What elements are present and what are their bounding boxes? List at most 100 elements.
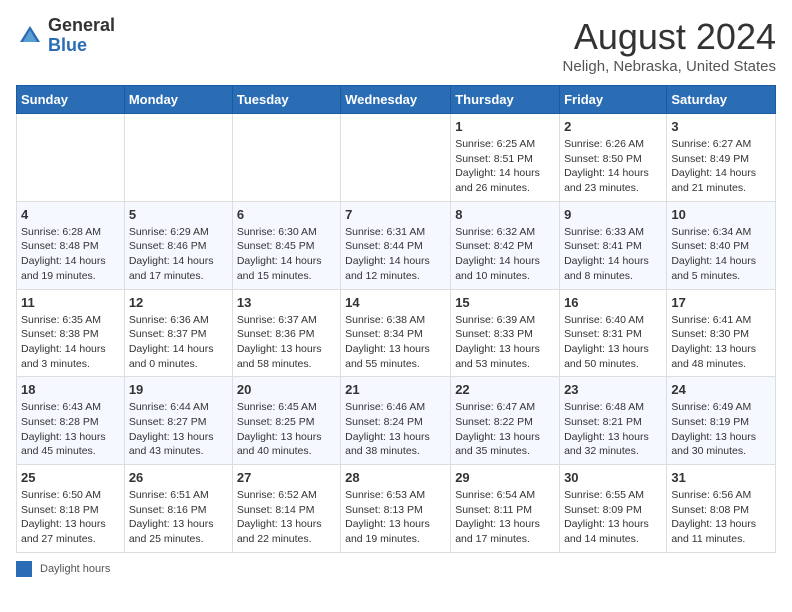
day-cell: 26 Sunrise: 6:51 AM Sunset: 8:16 PM Dayli… [124, 465, 232, 553]
day-cell: 30Sunrise: 6:55 AM Sunset: 8:09 PM Dayli… [560, 465, 667, 553]
calendar-table: SundayMondayTuesdayWednesdayThursdayFrid… [16, 85, 776, 553]
day-info: Sunrise: 6:45 AM Sunset: 8:25 PM Dayligh… [237, 400, 336, 459]
day-info: Sunrise: 6:33 AM Sunset: 8:41 PM Dayligh… [564, 225, 662, 284]
day-info: Sunrise: 6:53 AM Sunset: 8:13 PM Dayligh… [345, 488, 446, 547]
header-row: SundayMondayTuesdayWednesdayThursdayFrid… [17, 86, 776, 114]
day-number: 31 [671, 470, 771, 485]
day-cell [341, 114, 451, 202]
day-info: Sunrise: 6:41 AM Sunset: 8:30 PM Dayligh… [671, 313, 771, 372]
day-cell: 5Sunrise: 6:29 AM Sunset: 8:46 PM Daylig… [124, 201, 232, 289]
day-number: 1 [455, 119, 555, 134]
day-number: 25 [21, 470, 120, 485]
col-header-saturday: Saturday [667, 86, 776, 114]
location: Neligh, Nebraska, United States [563, 58, 776, 75]
day-number: 7 [345, 207, 446, 222]
col-header-tuesday: Tuesday [232, 86, 340, 114]
day-info: Sunrise: 6:34 AM Sunset: 8:40 PM Dayligh… [671, 225, 771, 284]
logo-general: General [48, 15, 115, 35]
day-number: 12 [129, 295, 228, 310]
logo-text: General Blue [48, 16, 115, 56]
day-info: Sunrise: 6:30 AM Sunset: 8:45 PM Dayligh… [237, 225, 336, 284]
day-cell: 18 Sunrise: 6:43 AM Sunset: 8:28 PM Dayli… [17, 377, 125, 465]
logo-icon [16, 22, 44, 50]
logo-blue: Blue [48, 35, 87, 55]
week-row-1: 1 Sunrise: 6:25 AM Sunset: 8:51 PM Daylig… [17, 114, 776, 202]
day-cell: 3 Sunrise: 6:27 AM Sunset: 8:49 PM Daylig… [667, 114, 776, 202]
day-info: Sunrise: 6:39 AM Sunset: 8:33 PM Dayligh… [455, 313, 555, 372]
day-cell: 4Sunrise: 6:28 AM Sunset: 8:48 PM Daylig… [17, 201, 125, 289]
day-number: 17 [671, 295, 771, 310]
day-info: Sunrise: 6:46 AM Sunset: 8:24 PM Dayligh… [345, 400, 446, 459]
day-info: Sunrise: 6:35 AM Sunset: 8:38 PM Dayligh… [21, 313, 120, 372]
day-number: 19 [129, 382, 228, 397]
day-number: 13 [237, 295, 336, 310]
day-number: 9 [564, 207, 662, 222]
day-cell: 13 Sunrise: 6:37 AM Sunset: 8:36 PM Dayli… [232, 289, 340, 377]
col-header-thursday: Thursday [451, 86, 560, 114]
day-cell: 20 Sunrise: 6:45 AM Sunset: 8:25 PM Dayli… [232, 377, 340, 465]
day-cell: 7 Sunrise: 6:31 AM Sunset: 8:44 PM Daylig… [341, 201, 451, 289]
day-cell: 12 Sunrise: 6:36 AM Sunset: 8:37 PM Dayli… [124, 289, 232, 377]
day-cell: 8 Sunrise: 6:32 AM Sunset: 8:42 PM Daylig… [451, 201, 560, 289]
day-cell: 1 Sunrise: 6:25 AM Sunset: 8:51 PM Daylig… [451, 114, 560, 202]
week-row-4: 18 Sunrise: 6:43 AM Sunset: 8:28 PM Dayli… [17, 377, 776, 465]
title-area: August 2024 Neligh, Nebraska, United Sta… [563, 16, 776, 75]
day-cell: 9 Sunrise: 6:33 AM Sunset: 8:41 PM Daylig… [560, 201, 667, 289]
day-info: Sunrise: 6:48 AM Sunset: 8:21 PM Dayligh… [564, 400, 662, 459]
day-cell [17, 114, 125, 202]
header: General Blue August 2024 Neligh, Nebrask… [16, 16, 776, 75]
day-number: 2 [564, 119, 662, 134]
day-cell: 27 Sunrise: 6:52 AM Sunset: 8:14 PM Dayli… [232, 465, 340, 553]
day-info: Sunrise: 6:38 AM Sunset: 8:34 PM Dayligh… [345, 313, 446, 372]
day-info: Sunrise: 6:29 AM Sunset: 8:46 PM Dayligh… [129, 225, 228, 284]
day-number: 8 [455, 207, 555, 222]
day-info: Sunrise: 6:32 AM Sunset: 8:42 PM Dayligh… [455, 225, 555, 284]
day-cell: 25 Sunrise: 6:50 AM Sunset: 8:18 PM Dayli… [17, 465, 125, 553]
day-cell: 10 Sunrise: 6:34 AM Sunset: 8:40 PM Dayli… [667, 201, 776, 289]
day-number: 27 [237, 470, 336, 485]
day-number: 26 [129, 470, 228, 485]
day-number: 3 [671, 119, 771, 134]
day-cell: 21Sunrise: 6:46 AM Sunset: 8:24 PM Dayli… [341, 377, 451, 465]
day-number: 24 [671, 382, 771, 397]
day-number: 6 [237, 207, 336, 222]
day-info: Sunrise: 6:43 AM Sunset: 8:28 PM Dayligh… [21, 400, 120, 459]
day-cell: 31Sunrise: 6:56 AM Sunset: 8:08 PM Dayli… [667, 465, 776, 553]
day-cell [124, 114, 232, 202]
day-info: Sunrise: 6:37 AM Sunset: 8:36 PM Dayligh… [237, 313, 336, 372]
day-info: Sunrise: 6:36 AM Sunset: 8:37 PM Dayligh… [129, 313, 228, 372]
day-info: Sunrise: 6:47 AM Sunset: 8:22 PM Dayligh… [455, 400, 555, 459]
col-header-sunday: Sunday [17, 86, 125, 114]
day-info: Sunrise: 6:51 AM Sunset: 8:16 PM Dayligh… [129, 488, 228, 547]
legend-label: Daylight hours [40, 563, 110, 575]
day-info: Sunrise: 6:25 AM Sunset: 8:51 PM Dayligh… [455, 137, 555, 196]
legend-box [16, 561, 32, 577]
col-header-wednesday: Wednesday [341, 86, 451, 114]
day-number: 4 [21, 207, 120, 222]
week-row-3: 11 Sunrise: 6:35 AM Sunset: 8:38 PM Dayli… [17, 289, 776, 377]
legend: Daylight hours [16, 561, 776, 577]
week-row-2: 4Sunrise: 6:28 AM Sunset: 8:48 PM Daylig… [17, 201, 776, 289]
day-cell: 2Sunrise: 6:26 AM Sunset: 8:50 PM Daylig… [560, 114, 667, 202]
day-number: 30 [564, 470, 662, 485]
day-cell: 29Sunrise: 6:54 AM Sunset: 8:11 PM Dayli… [451, 465, 560, 553]
day-number: 15 [455, 295, 555, 310]
day-cell: 23Sunrise: 6:48 AM Sunset: 8:21 PM Dayli… [560, 377, 667, 465]
week-row-5: 25 Sunrise: 6:50 AM Sunset: 8:18 PM Dayli… [17, 465, 776, 553]
day-info: Sunrise: 6:44 AM Sunset: 8:27 PM Dayligh… [129, 400, 228, 459]
day-info: Sunrise: 6:52 AM Sunset: 8:14 PM Dayligh… [237, 488, 336, 547]
day-info: Sunrise: 6:50 AM Sunset: 8:18 PM Dayligh… [21, 488, 120, 547]
day-cell: 15 Sunrise: 6:39 AM Sunset: 8:33 PM Dayli… [451, 289, 560, 377]
day-cell: 19 Sunrise: 6:44 AM Sunset: 8:27 PM Dayli… [124, 377, 232, 465]
day-cell: 17 Sunrise: 6:41 AM Sunset: 8:30 PM Dayli… [667, 289, 776, 377]
day-info: Sunrise: 6:27 AM Sunset: 8:49 PM Dayligh… [671, 137, 771, 196]
logo: General Blue [16, 16, 115, 56]
day-number: 22 [455, 382, 555, 397]
day-info: Sunrise: 6:31 AM Sunset: 8:44 PM Dayligh… [345, 225, 446, 284]
day-number: 11 [21, 295, 120, 310]
day-number: 20 [237, 382, 336, 397]
day-number: 10 [671, 207, 771, 222]
month-year: August 2024 [563, 16, 776, 58]
day-number: 29 [455, 470, 555, 485]
day-number: 18 [21, 382, 120, 397]
